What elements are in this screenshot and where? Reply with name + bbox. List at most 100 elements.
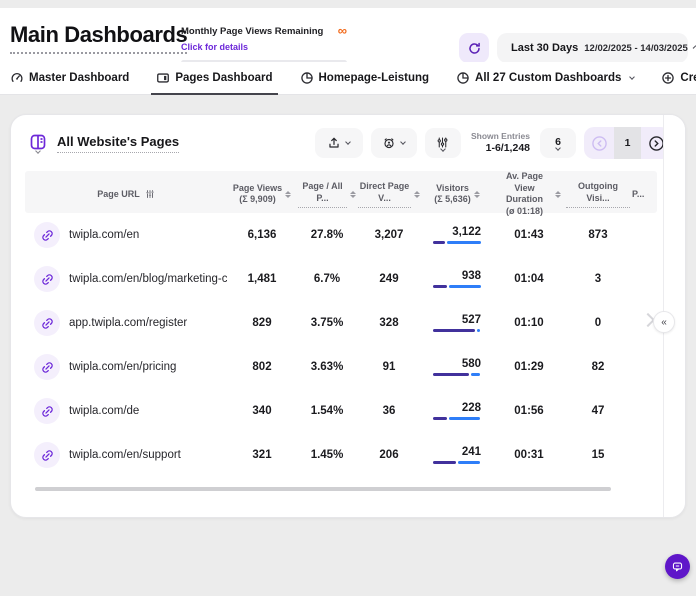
link-icon[interactable] [34, 442, 60, 468]
visitors-value: 3,122 [433, 226, 481, 238]
page-url[interactable]: app.twipla.com/register [69, 317, 227, 329]
export-button[interactable] [315, 128, 363, 158]
tab-create-new-dashboard[interactable]: Create New Dashboard (BETA) [661, 62, 696, 94]
page-views-value: 321 [227, 449, 297, 461]
top-header: Main Dashboards Monthly Page Views Remai… [0, 8, 696, 62]
col-direct-page-views[interactable]: Direct Page V... [357, 181, 421, 207]
sort-icon[interactable] [350, 191, 356, 199]
page-url[interactable]: twipla.com/en/pricing [69, 361, 227, 373]
visitors-cell: 228 [433, 402, 481, 420]
tab-all-custom-dashboards[interactable]: All 27 Custom Dashboards [456, 62, 634, 94]
outgoing-visitors-value: 47 [565, 405, 631, 417]
widget-type-selector[interactable] [29, 133, 47, 153]
tab-homepage-leistung[interactable]: Homepage-Leistung [300, 62, 430, 94]
plus-circle-icon [661, 71, 675, 85]
page-views-value: 340 [227, 405, 297, 417]
table-row[interactable]: twipla.com/de 340 1.54% 36 228 01:56 47 [25, 389, 657, 433]
tab-label: Master Dashboard [29, 72, 129, 84]
outgoing-visitors-value: 15 [565, 449, 631, 461]
widget-title[interactable]: All Website's Pages [57, 134, 179, 153]
arrow-left-circle-icon [591, 135, 608, 152]
page-url[interactable]: twipla.com/en/support [69, 449, 227, 461]
pages-icon [156, 71, 170, 85]
duration-value: 01:56 [493, 405, 565, 417]
page-views-value: 802 [227, 361, 297, 373]
sort-icon[interactable] [285, 191, 291, 199]
page-all-pct-value: 3.75% [297, 317, 357, 329]
chat-widget-button[interactable] [665, 554, 690, 579]
quota-infinity-value: ∞ [338, 26, 347, 36]
table-row[interactable]: app.twipla.com/register 829 3.75% 328 52… [25, 301, 657, 345]
visitors-bar [433, 329, 481, 332]
tab-label: Pages Dashboard [175, 72, 272, 84]
link-icon[interactable] [34, 222, 60, 248]
chevron-down-icon [346, 139, 352, 145]
panel-collapse-button[interactable]: « [653, 311, 675, 333]
refresh-button[interactable] [459, 33, 489, 63]
page-all-pct-value: 3.63% [297, 361, 357, 373]
table-row[interactable]: twipla.com/en 6,136 27.8% 3,207 3,122 01… [25, 213, 657, 257]
col-av-page-view-duration[interactable]: Av. Page View Duration(ø 01:18) [493, 171, 565, 218]
col-truncated[interactable]: P... [631, 189, 657, 201]
visitors-value: 938 [433, 270, 481, 282]
dashboard-tabs: Master Dashboard Pages Dashboard Homepag… [0, 62, 696, 95]
page-size-select[interactable]: 6 [540, 128, 576, 158]
col-visitors[interactable]: Visitors(Σ 5,636) [421, 183, 493, 206]
all-pages-widget-card: All Website's Pages [10, 114, 686, 518]
tab-master-dashboard[interactable]: Master Dashboard [10, 62, 129, 94]
sort-icon[interactable] [414, 191, 420, 199]
visitor-alerts-button[interactable] [371, 128, 417, 158]
page-all-pct-value: 1.45% [297, 449, 357, 461]
link-icon[interactable] [34, 398, 60, 424]
visitor-alarm-icon [382, 136, 396, 150]
date-range-value: 12/02/2025 - 14/03/2025 [584, 43, 688, 54]
page-url[interactable]: twipla.com/en/blog/marketing-case-... [69, 273, 227, 285]
refresh-icon [467, 41, 482, 56]
prev-page-button[interactable] [584, 127, 614, 159]
quota-details-link[interactable]: Click for details [181, 42, 248, 52]
filter-settings-button[interactable] [425, 128, 461, 158]
sort-icon[interactable] [555, 191, 561, 199]
col-page-views[interactable]: Page Views(Σ 9,909) [227, 183, 297, 206]
outgoing-visitors-value: 873 [565, 229, 631, 241]
visitors-cell: 241 [433, 446, 481, 464]
pages-table: Page URL Page Views(Σ 9,909) Page / All … [25, 171, 657, 491]
outgoing-visitors-value: 82 [565, 361, 631, 373]
page-all-pct-value: 1.54% [297, 405, 357, 417]
arrow-right-circle-icon [648, 135, 665, 152]
current-page[interactable]: 1 [614, 127, 641, 159]
direct-page-views-value: 91 [357, 361, 421, 373]
visitors-bar [433, 241, 481, 244]
col-outgoing-visitors[interactable]: Outgoing Visi... [565, 181, 631, 207]
page-url[interactable]: twipla.com/de [69, 405, 227, 417]
col-page-url[interactable]: Page URL [25, 189, 227, 201]
visitors-cell: 580 [433, 358, 481, 376]
quota-widget: Monthly Page Views Remaining ∞ Click for… [181, 26, 347, 65]
tab-pages-dashboard[interactable]: Pages Dashboard [156, 62, 272, 94]
visitors-value: 527 [433, 314, 481, 326]
sort-icon[interactable] [474, 191, 480, 199]
tab-label: Homepage-Leistung [319, 72, 430, 84]
link-icon[interactable] [34, 310, 60, 336]
direct-page-views-value: 206 [357, 449, 421, 461]
table-row[interactable]: twipla.com/en/support 321 1.45% 206 241 … [25, 433, 657, 477]
quota-label: Monthly Page Views Remaining [181, 26, 323, 37]
link-icon[interactable] [34, 266, 60, 292]
date-range-picker[interactable]: Last 30 Days 12/02/2025 - 14/03/2025 [497, 33, 688, 63]
visitors-bar [433, 461, 481, 464]
page-url[interactable]: twipla.com/en [69, 229, 227, 241]
filter-sliders-icon[interactable] [145, 189, 155, 199]
page-all-pct-value: 27.8% [297, 229, 357, 241]
visitors-bar [433, 373, 481, 376]
table-row[interactable]: twipla.com/en/blog/marketing-case-... 1,… [25, 257, 657, 301]
chevron-down-icon [630, 74, 636, 80]
duration-value: 01:29 [493, 361, 565, 373]
outgoing-visitors-value: 3 [565, 273, 631, 285]
col-page-all-pct[interactable]: Page / All P... [297, 181, 357, 207]
table-row[interactable]: twipla.com/en/pricing 802 3.63% 91 580 0… [25, 345, 657, 389]
horizontal-scrollbar[interactable] [35, 487, 611, 491]
link-icon[interactable] [34, 354, 60, 380]
direct-page-views-value: 249 [357, 273, 421, 285]
chevron-down-icon [693, 45, 696, 49]
page-views-value: 829 [227, 317, 297, 329]
